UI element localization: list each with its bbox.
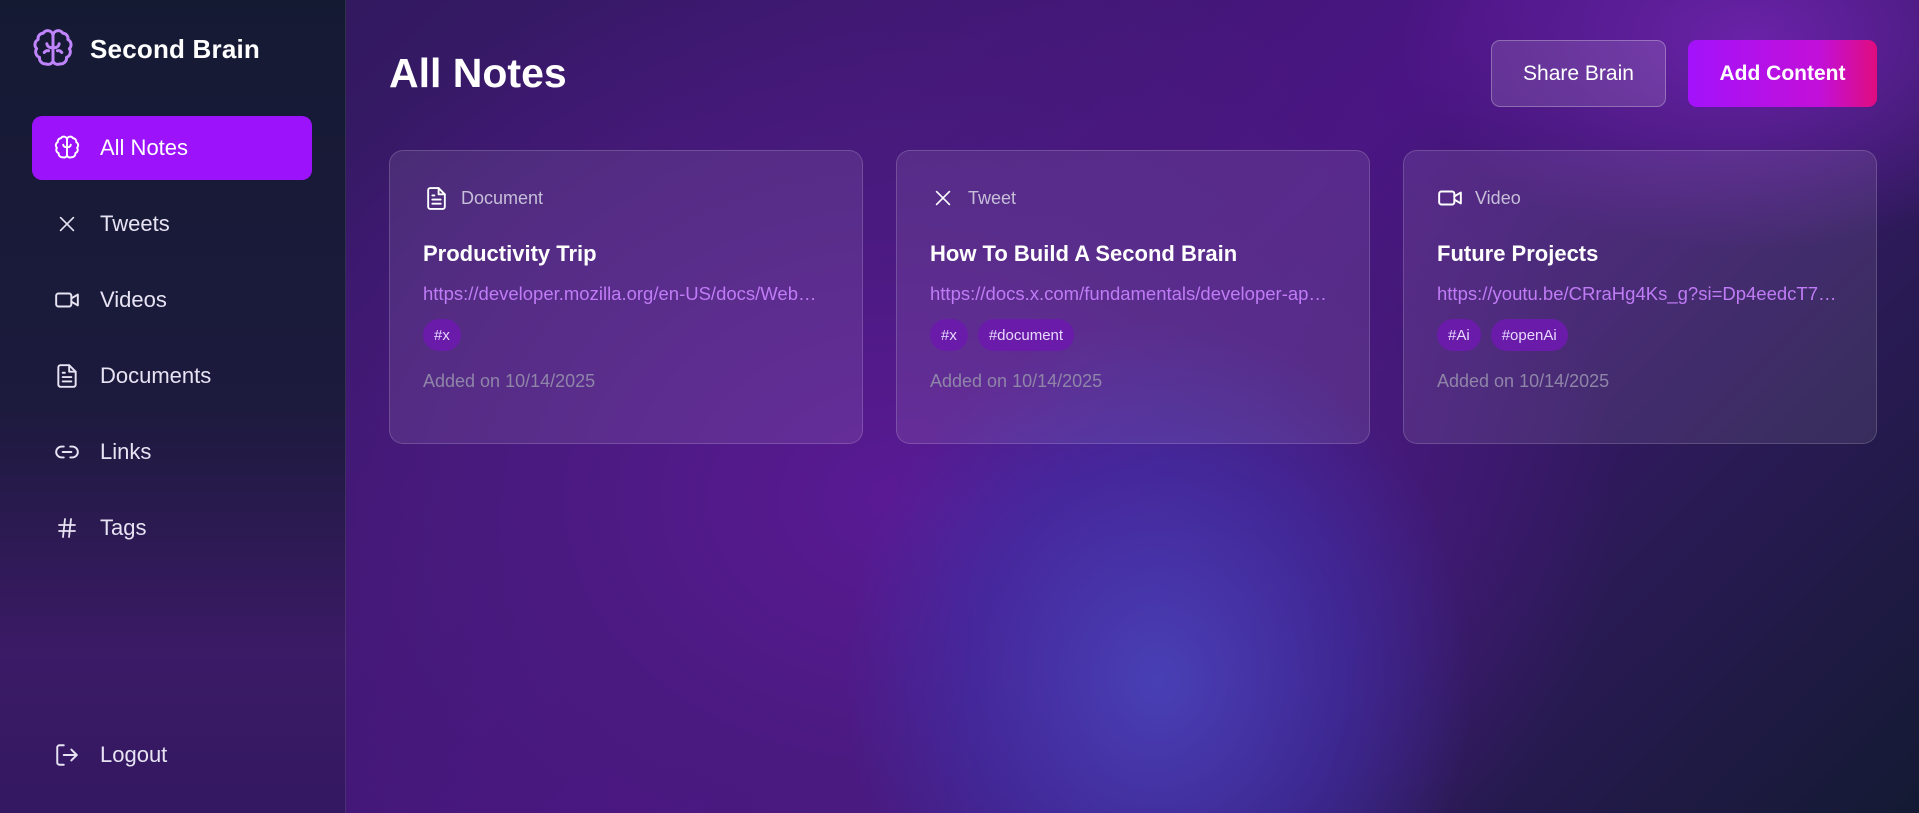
sidebar: Second Brain All Notes Tweets Videos Doc…: [0, 0, 346, 813]
sidebar-item-label: All Notes: [100, 135, 189, 160]
sidebar-item-documents[interactable]: Documents: [32, 344, 312, 408]
note-card[interactable]: Tweet How To Build A Second Brain https:…: [896, 150, 1370, 444]
card-link[interactable]: https://developer.mozilla.org/en-US/docs…: [423, 283, 829, 305]
card-type: Document: [423, 183, 829, 213]
document-icon: [54, 363, 80, 389]
logout-label: Logout: [100, 742, 168, 767]
sidebar-item-label: Links: [100, 439, 152, 464]
hash-icon: [54, 515, 80, 541]
sidebar-item-label: Tags: [100, 515, 147, 540]
logout-button[interactable]: Logout: [54, 742, 167, 768]
x-icon: [54, 211, 80, 237]
sidebar-nav: All Notes Tweets Videos Documents Links: [32, 116, 312, 572]
card-date: Added on 10/14/2025: [930, 371, 1103, 391]
tag-chip[interactable]: #openAi: [1490, 319, 1568, 351]
note-card[interactable]: Document Productivity Trip https://devel…: [389, 150, 863, 444]
link-icon: [54, 439, 80, 465]
video-icon: [1437, 185, 1463, 211]
card-date: Added on 10/14/2025: [423, 371, 596, 391]
tag-chip[interactable]: #Ai: [1437, 319, 1481, 351]
card-tags: #Ai #openAi: [1437, 319, 1843, 351]
sidebar-item-tags[interactable]: Tags: [32, 496, 312, 560]
card-link[interactable]: https://youtu.be/CRraHg4Ks_g?si=Dp4eedcT…: [1437, 283, 1843, 305]
add-content-button[interactable]: Add Content: [1688, 40, 1877, 107]
tag-chip[interactable]: #document: [977, 319, 1075, 351]
sidebar-item-tweets[interactable]: Tweets: [32, 192, 312, 256]
x-icon: [930, 185, 956, 211]
card-type-label: Video: [1475, 187, 1521, 208]
sidebar-item-links[interactable]: Links: [32, 420, 312, 484]
sidebar-item-label: Tweets: [100, 211, 170, 236]
card-tags: #x: [423, 319, 829, 351]
card-title: Productivity Trip: [423, 241, 597, 266]
card-type: Video: [1437, 183, 1843, 213]
card-tags: #x #document: [930, 319, 1336, 351]
card-title: How To Build A Second Brain: [930, 241, 1238, 266]
sidebar-item-all-notes[interactable]: All Notes: [32, 116, 312, 180]
card-date: Added on 10/14/2025: [1437, 371, 1610, 391]
card-type-label: Tweet: [968, 187, 1017, 208]
brain-icon: [54, 135, 80, 161]
tag-chip[interactable]: #x: [930, 319, 968, 351]
card-type-label: Document: [461, 187, 544, 208]
brand[interactable]: Second Brain: [32, 28, 260, 70]
brain-icon: [32, 28, 74, 70]
card-title: Future Projects: [1437, 241, 1599, 266]
card-type: Tweet: [930, 183, 1336, 213]
page-title: All Notes: [389, 50, 567, 96]
sidebar-item-label: Documents: [100, 363, 212, 388]
sidebar-item-videos[interactable]: Videos: [32, 268, 312, 332]
document-icon: [423, 185, 449, 211]
sidebar-item-label: Videos: [100, 287, 167, 312]
tag-chip[interactable]: #x: [423, 319, 461, 351]
card-link[interactable]: https://docs.x.com/fundamentals/develope…: [930, 283, 1336, 305]
logout-icon: [54, 742, 80, 768]
brand-title: Second Brain: [90, 33, 260, 64]
share-brain-button[interactable]: Share Brain: [1491, 40, 1666, 107]
video-icon: [54, 287, 80, 313]
note-card[interactable]: Video Future Projects https://youtu.be/C…: [1403, 150, 1877, 444]
